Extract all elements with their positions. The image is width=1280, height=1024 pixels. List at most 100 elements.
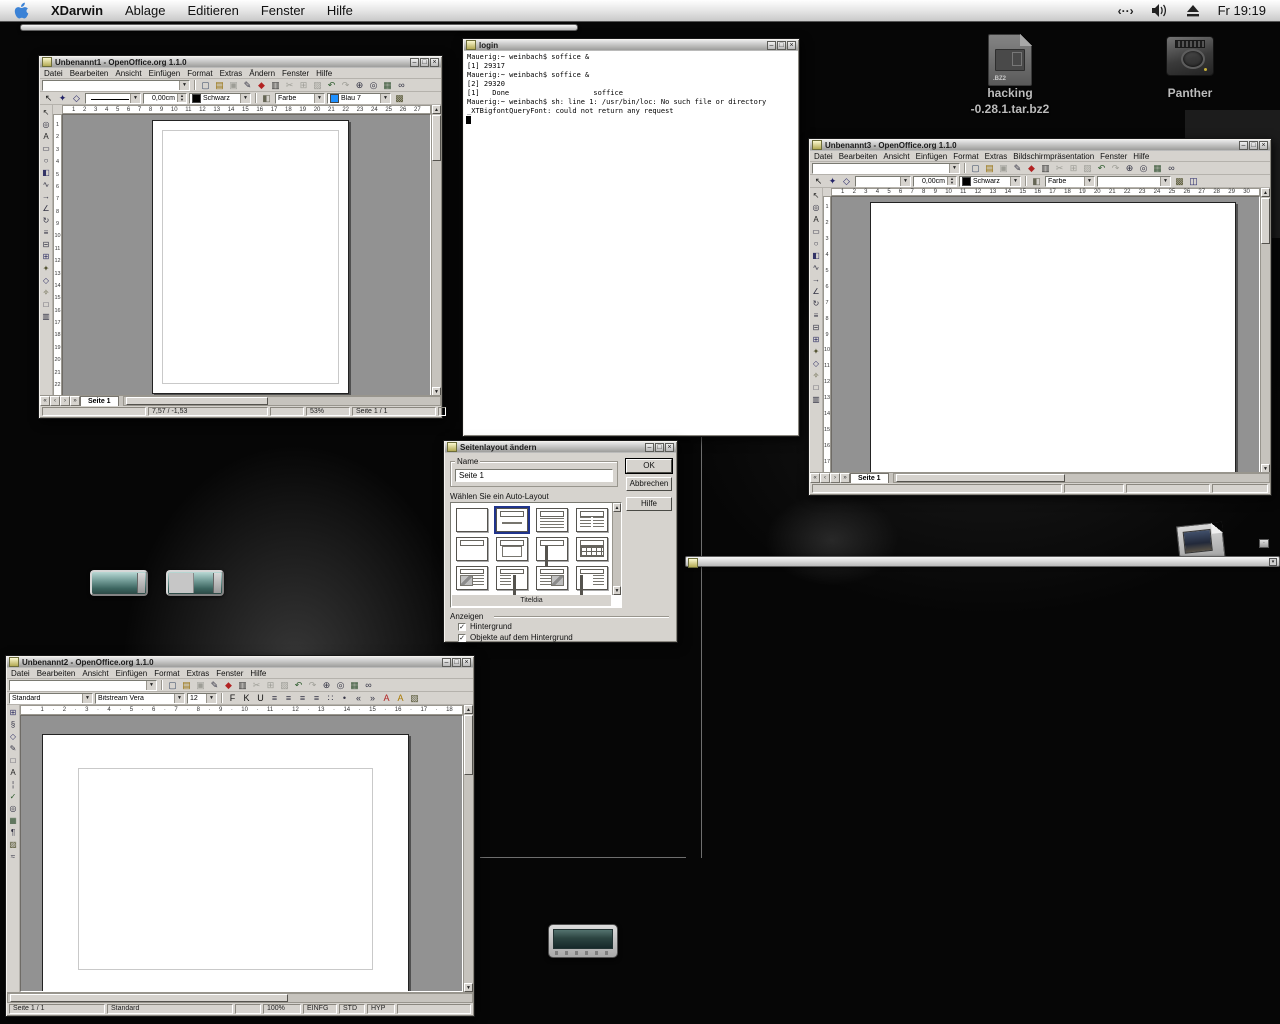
menu-bar-clock[interactable]: Fr 19:19	[1218, 3, 1266, 18]
text-tool-icon[interactable]: A	[41, 131, 52, 142]
ellipse-tool-icon[interactable]: ○	[41, 155, 52, 166]
save-document-icon[interactable]: ▣	[997, 162, 1010, 174]
curve-tool-icon[interactable]: ∿	[41, 179, 52, 190]
font-color-icon[interactable]: A	[380, 692, 393, 704]
redo-icon[interactable]: ↷	[306, 679, 319, 691]
preview-tool-icon[interactable]: ▥	[811, 394, 822, 405]
menu-item-fenster[interactable]: Fenster	[1100, 152, 1127, 161]
url-combobox[interactable]: ▼	[812, 163, 960, 174]
ok-button[interactable]: OK	[626, 459, 672, 473]
print-file-icon[interactable]: ▥	[1039, 162, 1052, 174]
menu-item-bearbeiten[interactable]: Bearbeiten	[839, 152, 878, 161]
desktop-icon-archive[interactable]: .BZ2	[988, 34, 1032, 86]
objects-on-background-checkbox[interactable]: ✓ Objekte auf dem Hintergrund	[458, 633, 573, 642]
layout-thumb-title-only[interactable]	[456, 537, 488, 561]
fill-mode-combobox[interactable]: Farbe▼	[275, 93, 325, 104]
fill-mode-combobox[interactable]: Farbe▼	[1045, 176, 1095, 187]
close-button[interactable]: ×	[1259, 141, 1268, 150]
paste-icon[interactable]: ▨	[311, 79, 324, 91]
font-size-combobox[interactable]: 12▼	[187, 693, 217, 704]
last-page-button[interactable]: »	[70, 396, 80, 406]
connector-tool-icon[interactable]: ∠	[811, 286, 822, 297]
open-document-icon[interactable]: ▤	[983, 162, 996, 174]
undo-icon[interactable]: ↶	[1095, 162, 1108, 174]
ellipse-tool-icon[interactable]: ○	[811, 238, 822, 249]
font-name-combobox[interactable]: Bitstream Vera▼	[95, 693, 185, 704]
previous-page-button[interactable]: ‹	[820, 473, 830, 483]
mini-window-button[interactable]: ·	[1259, 539, 1269, 548]
zoom-tool-icon[interactable]: ◎	[811, 202, 822, 213]
effects-tool-icon[interactable]: ✦	[811, 346, 822, 357]
minimized-widget-3[interactable]	[548, 924, 618, 958]
terminal-content[interactable]: Mauerig:~ weinbach$ soffice &[1] 29317Ma…	[464, 51, 798, 435]
writer-status-selection-mode[interactable]: STD	[339, 1004, 365, 1014]
volume-icon[interactable]	[1152, 4, 1168, 17]
cut-icon[interactable]: ✂	[250, 679, 263, 691]
next-page-button[interactable]: ›	[830, 473, 840, 483]
gallery-icon[interactable]: ▦	[348, 679, 361, 691]
object-3d-tool-icon[interactable]: ◧	[811, 250, 822, 261]
bold-icon[interactable]: F	[226, 692, 239, 704]
new-document-icon[interactable]: ▢	[199, 79, 212, 91]
menu-item-bildschirmpräsentation[interactable]: Bildschirmpräsentation	[1013, 152, 1094, 161]
maximize-button[interactable]: □	[452, 658, 461, 667]
zoom-icon[interactable]: ◎	[334, 679, 347, 691]
layout-thumb-title-table[interactable]	[576, 537, 608, 561]
presentation-styles-icon[interactable]: ◫	[1187, 175, 1200, 187]
undo-icon[interactable]: ↶	[292, 679, 305, 691]
scroll-up-icon[interactable]: ▲	[613, 503, 621, 512]
panther-label[interactable]: Panther	[1168, 86, 1213, 100]
decrease-indent-icon[interactable]: «	[352, 692, 365, 704]
menu-item-bearbeiten[interactable]: Bearbeiten	[70, 69, 109, 78]
menu-item-extras[interactable]: Extras	[985, 152, 1008, 161]
data-sources-icon[interactable]: ▦	[8, 815, 19, 826]
writer-horizontal-scrollbar[interactable]	[7, 993, 473, 1003]
background-color-icon[interactable]: ▧	[408, 692, 421, 704]
scroll-down-icon[interactable]: ▼	[613, 586, 621, 595]
menu-item-fenster[interactable]: Fenster	[216, 669, 243, 678]
minimized-widget-1[interactable]	[90, 570, 148, 596]
object-3d-tool-icon[interactable]: ◧	[41, 167, 52, 178]
scroll-up-icon[interactable]: ▲	[464, 705, 473, 714]
widget-grip[interactable]	[137, 573, 145, 593]
select-arrow-icon[interactable]: ↖	[812, 175, 825, 187]
export-pdf-icon[interactable]: ◆	[222, 679, 235, 691]
impress-horizontal-scrollbar[interactable]	[893, 473, 1270, 483]
zoom-tool-icon[interactable]: ◎	[41, 119, 52, 130]
rotate-tool-icon[interactable]: ↻	[811, 298, 822, 309]
form-controls-icon[interactable]: □	[8, 755, 19, 766]
line-style-combobox[interactable]: ▼	[855, 176, 911, 187]
insert-graphics-icon[interactable]: ▨	[8, 839, 19, 850]
underline-icon[interactable]: U	[254, 692, 267, 704]
select-arrow-icon[interactable]: ↖	[42, 92, 55, 104]
minimize-button[interactable]: –	[410, 58, 419, 67]
archive-label-line1[interactable]: hacking	[987, 86, 1032, 100]
select-icon[interactable]: ↖	[811, 190, 822, 201]
first-page-button[interactable]: «	[40, 396, 50, 406]
maximize-button[interactable]: □	[1249, 141, 1258, 150]
object-shadow-icon[interactable]: ▩	[393, 92, 406, 104]
glue-points-icon[interactable]: ◇	[70, 92, 83, 104]
minimize-button[interactable]: –	[442, 658, 451, 667]
cut-icon[interactable]: ✂	[283, 79, 296, 91]
zoom-icon[interactable]: ◎	[1137, 162, 1150, 174]
url-combobox[interactable]: ▼	[9, 680, 157, 691]
hyperlink-dialog-icon[interactable]: ∞	[362, 679, 375, 691]
menu-item-hilfe[interactable]: Hilfe	[250, 669, 266, 678]
menu-item-einfügen[interactable]: Einfügen	[149, 69, 181, 78]
line-style-combobox[interactable]: ▼	[85, 93, 141, 104]
line-color-combobox[interactable]: Schwarz▼	[189, 93, 251, 104]
menu-item-einfügen[interactable]: Einfügen	[916, 152, 948, 161]
draw-vertical-scrollbar[interactable]: ▲ ▼	[431, 105, 441, 396]
animation-tool-icon[interactable]: ✧	[41, 287, 52, 298]
dropdown-arrow-icon[interactable]: ▼	[179, 81, 189, 90]
writer-text-area[interactable]	[78, 768, 373, 970]
gallery-icon[interactable]: ▦	[381, 79, 394, 91]
interaction-tool-icon[interactable]: ◇	[811, 358, 822, 369]
menu-item-fenster[interactable]: Fenster	[282, 69, 309, 78]
save-document-icon[interactable]: ▣	[227, 79, 240, 91]
previous-page-button[interactable]: ‹	[50, 396, 60, 406]
layout-thumb-text-chart[interactable]	[496, 566, 528, 590]
next-page-button[interactable]: ›	[60, 396, 70, 406]
menu-item-ansicht[interactable]: Ansicht	[82, 669, 108, 678]
